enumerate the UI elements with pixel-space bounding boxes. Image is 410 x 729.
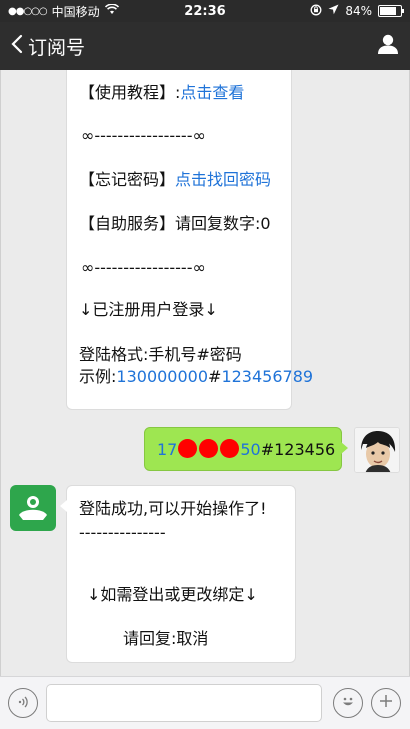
chat-area[interactable]: 【使用教程】:点击查看 ∞-----------------∞ 【忘记密码】点击… xyxy=(0,70,410,670)
redaction-mark xyxy=(178,439,198,458)
user-message-rest: #123456 xyxy=(260,440,336,459)
battery-icon xyxy=(378,5,404,17)
message-line-forgot: 【忘记密码】点击找回密码 xyxy=(79,170,272,189)
voice-icon xyxy=(16,694,30,713)
divider-text: --------------- xyxy=(79,523,166,542)
message-line-self-service: 【自助服务】请回复数字:0 xyxy=(79,214,271,233)
bot-message-bubble[interactable]: 登陆成功,可以开始操作了! --------------- ↓如需登出或更改绑定… xyxy=(60,485,296,663)
emoji-icon xyxy=(338,691,358,715)
recover-password-link[interactable]: 点击找回密码 xyxy=(175,170,271,189)
example-text: 示例:130000000#123456789 xyxy=(79,367,314,386)
bot-message-bubble[interactable]: 【使用教程】:点击查看 ∞-----------------∞ 【忘记密码】点击… xyxy=(66,70,313,410)
status-bar: ●●○○○ 中国移动 22:36 84% xyxy=(0,0,410,22)
user-message-bubble[interactable]: 17 50#123456 xyxy=(144,427,348,471)
example-phone-link[interactable]: 130000000 xyxy=(116,367,208,386)
unbind-hint-text: ↓如需登出或更改绑定↓ xyxy=(87,585,258,604)
login-success-text: 登陆成功,可以开始操作了! xyxy=(79,499,267,518)
reply-cancel-text: 请回复:取消 xyxy=(123,629,209,648)
registered-login-text: ↓已注册用户登录↓ xyxy=(79,300,218,319)
message-input[interactable] xyxy=(46,684,322,722)
rotation-lock-icon xyxy=(310,4,322,19)
redaction-mark xyxy=(220,439,240,458)
message-line-tutorial: 【使用教程】:点击查看 xyxy=(79,83,245,102)
emoji-button[interactable] xyxy=(333,688,363,718)
nav-bar: 订阅号 xyxy=(0,22,410,70)
login-format-text: 登陆格式:手机号#密码 xyxy=(79,345,242,364)
person-icon xyxy=(376,34,400,60)
chevron-left-icon xyxy=(10,34,24,59)
user-avatar[interactable] xyxy=(354,427,400,473)
redaction-mark xyxy=(199,439,219,458)
signal-strength-icon: ●●○○○ xyxy=(8,5,48,17)
user-message-prefix: 17 xyxy=(157,440,178,459)
tutorial-link[interactable]: 点击查看 xyxy=(180,83,244,102)
plus-button[interactable] xyxy=(371,688,401,718)
divider-text: ∞-----------------∞ xyxy=(81,126,206,145)
divider-text: ∞-----------------∞ xyxy=(81,258,206,277)
bot-avatar[interactable] xyxy=(10,485,56,531)
input-bar xyxy=(0,676,410,729)
example-password-link[interactable]: 123456789 xyxy=(221,367,313,386)
battery-percent: 84% xyxy=(345,4,372,18)
back-button[interactable]: 订阅号 xyxy=(10,33,85,60)
carrier-label: 中国移动 xyxy=(51,4,100,19)
voice-button[interactable] xyxy=(8,688,38,718)
location-arrow-icon xyxy=(328,4,339,18)
back-label: 订阅号 xyxy=(28,36,86,59)
plus-icon xyxy=(378,693,394,713)
wifi-icon xyxy=(104,3,119,18)
profile-button[interactable] xyxy=(376,32,400,60)
user-message-suffix: 50 xyxy=(240,440,261,459)
